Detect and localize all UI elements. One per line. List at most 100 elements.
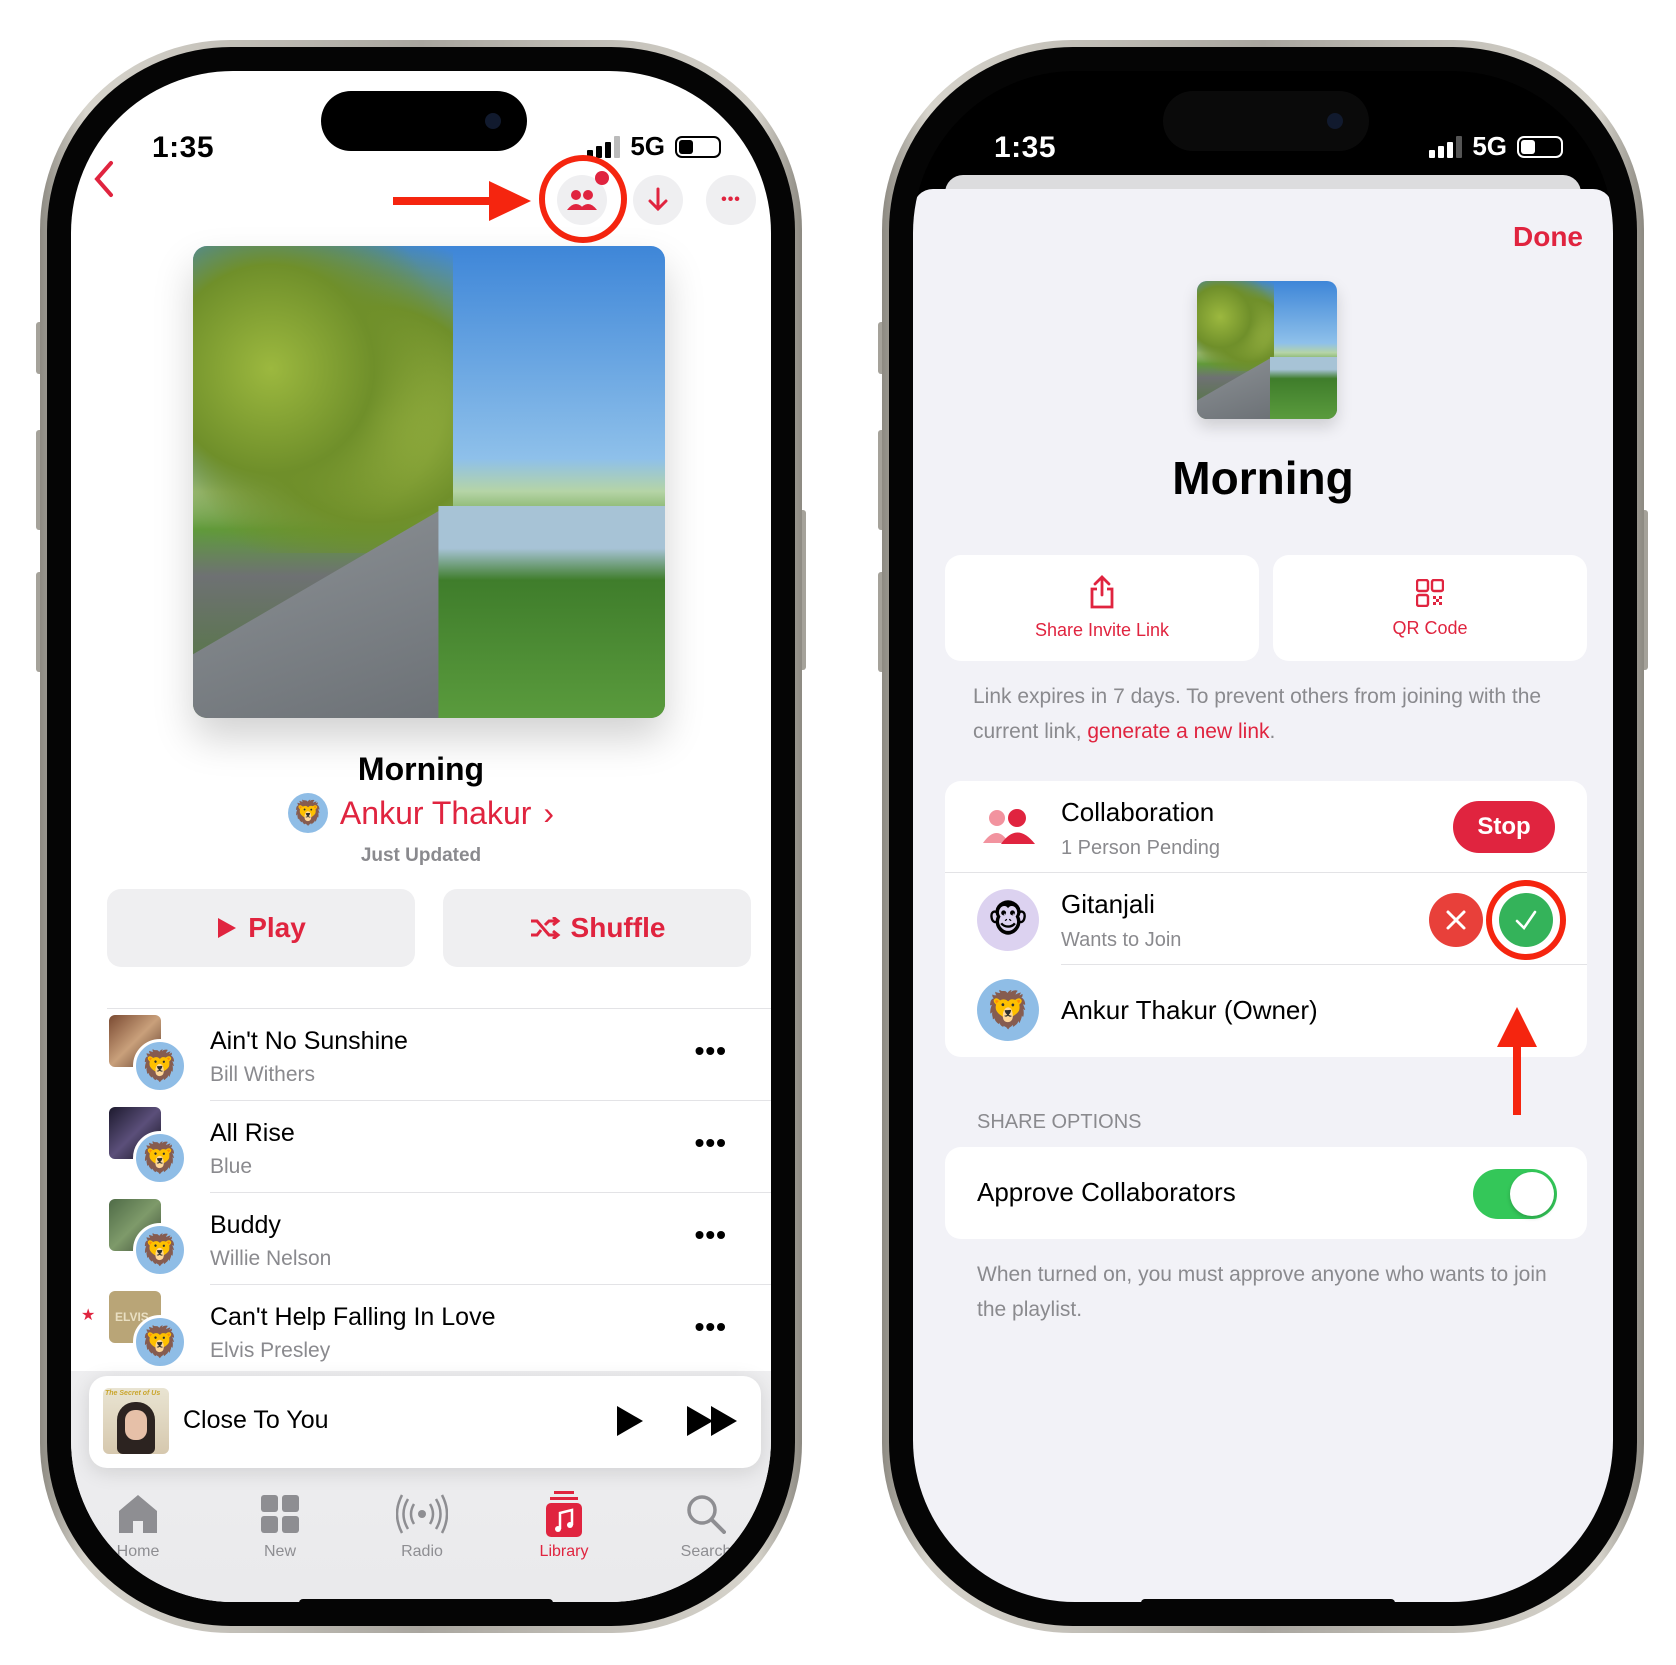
qr-code-button[interactable]: QR Code — [1273, 555, 1587, 661]
mini-player-artwork: The Secret of Us — [103, 1388, 169, 1454]
home-indicator[interactable] — [1141, 1599, 1395, 1602]
done-button[interactable]: Done — [1513, 221, 1583, 253]
owner-avatar: 🦁 — [287, 793, 328, 833]
battery-icon — [675, 135, 721, 158]
signal-icon — [587, 135, 621, 158]
play-icon[interactable] — [615, 1404, 645, 1438]
song-row[interactable]: ★ ELVIS 🦁 Can't Help Falling In Love Elv… — [81, 1285, 771, 1377]
song-artist: Bill Withers — [210, 1063, 316, 1086]
playlist-artwork — [1197, 281, 1337, 419]
annotation-circle — [539, 155, 627, 243]
pending-request-row: 🐵 Gitanjali Wants to Join — [945, 873, 1587, 965]
song-row[interactable]: 🦁 All Rise Blue ••• — [107, 1101, 771, 1193]
pending-avatar: 🐵 — [977, 889, 1039, 951]
stop-collaboration-button[interactable]: Stop — [1453, 801, 1555, 853]
play-label: Play — [248, 912, 306, 943]
arrow-down-icon — [648, 187, 668, 212]
song-row[interactable]: 🦁 Buddy Willie Nelson ••• — [107, 1193, 771, 1285]
more-button[interactable]: ••• — [706, 175, 756, 225]
chevron-left-icon — [94, 161, 113, 197]
pending-count: 1 Person Pending — [1061, 837, 1221, 859]
share-sheet: Done Morning Share Invite Link QR Code L… — [913, 189, 1613, 1602]
sheet-title: Morning — [1172, 452, 1354, 504]
song-title: Buddy — [210, 1211, 281, 1239]
share-invite-label: Share Invite Link — [1034, 620, 1170, 640]
tab-label: Search — [680, 1543, 732, 1560]
pending-name: Gitanjali — [1061, 889, 1155, 919]
song-title: All Rise — [210, 1119, 295, 1147]
library-icon — [546, 1491, 582, 1537]
owner-name: Ankur Thakur — [339, 794, 532, 831]
tab-label: New — [263, 1543, 296, 1560]
tab-label: Home — [116, 1543, 160, 1560]
song-more-button[interactable]: ••• — [695, 1127, 727, 1159]
shuffle-button[interactable]: Shuffle — [443, 889, 751, 967]
approve-collaborators-toggle[interactable] — [1473, 1169, 1557, 1219]
tab-home[interactable]: Home — [93, 1491, 183, 1561]
home-indicator[interactable] — [299, 1599, 553, 1602]
song-more-button[interactable]: ••• — [695, 1311, 727, 1343]
collaboration-sheet-screen: 1:35 5G Done Morning Share Invite Link Q… — [913, 71, 1613, 1602]
network-label: 5G — [1472, 131, 1507, 161]
generate-new-link[interactable]: generate a new link — [1087, 720, 1269, 743]
grid-icon — [261, 1495, 299, 1533]
contributor-avatar: 🦁 — [133, 1223, 187, 1277]
network-label: 5G — [630, 131, 665, 161]
pending-status: Wants to Join — [1061, 929, 1182, 951]
play-icon — [218, 918, 237, 938]
play-button[interactable]: Play — [107, 889, 415, 967]
home-icon — [119, 1495, 157, 1533]
mini-player[interactable]: The Secret of Us Close To You — [89, 1376, 761, 1468]
tab-new[interactable]: New — [235, 1491, 325, 1561]
status-time: 1:35 — [994, 131, 1057, 164]
battery-icon — [1517, 135, 1563, 158]
collaboration-title: Collaboration — [1061, 797, 1215, 827]
toggle-knob — [1510, 1172, 1554, 1216]
updated-label: Just Updated — [360, 845, 482, 866]
status-time: 1:35 — [152, 131, 215, 164]
tab-library[interactable]: Library — [519, 1491, 609, 1561]
chevron-right-icon: › — [543, 794, 555, 831]
song-title: Ain't No Sunshine — [210, 1027, 408, 1055]
signal-icon — [1429, 135, 1463, 158]
ellipsis-icon: ••• — [721, 191, 741, 208]
dynamic-island — [321, 91, 527, 151]
approve-collaborators-label: Approve Collaborators — [977, 1177, 1236, 1207]
song-artist: Willie Nelson — [210, 1247, 332, 1270]
tab-search[interactable]: Search — [661, 1491, 751, 1561]
song-more-button[interactable]: ••• — [695, 1035, 727, 1067]
contributor-avatar: 🦁 — [133, 1039, 187, 1093]
status-icons: 5G — [1429, 131, 1563, 162]
annotation-arrow-up — [1495, 1007, 1539, 1122]
fast-forward-icon[interactable] — [687, 1406, 739, 1436]
dynamic-island — [1163, 91, 1369, 151]
link-note-period: . — [1269, 720, 1276, 743]
tab-label: Library — [539, 1543, 589, 1560]
playlist-artwork — [193, 246, 665, 718]
back-button[interactable] — [91, 159, 117, 207]
contributor-avatar: 🦁 — [133, 1131, 187, 1185]
owner-avatar: 🦁 — [977, 979, 1039, 1041]
collaboration-icon — [983, 809, 1035, 844]
artwork-text: The Secret of Us — [105, 1390, 161, 1397]
music-playlist-screen: 1:35 5G ••• Morning 🦁 Ankur Thakur › Jus… — [71, 71, 771, 1602]
song-more-button[interactable]: ••• — [695, 1219, 727, 1251]
song-title: Can't Help Falling In Love — [210, 1303, 496, 1331]
download-button[interactable] — [633, 175, 683, 225]
share-options-header: SHARE OPTIONS — [977, 1111, 1142, 1133]
decline-button[interactable] — [1429, 893, 1483, 947]
song-row[interactable]: 🦁 Ain't No Sunshine Bill Withers ••• — [107, 1009, 771, 1101]
share-invite-link-button[interactable]: Share Invite Link — [945, 555, 1259, 661]
collaboration-row: Collaboration 1 Person Pending Stop — [945, 781, 1587, 873]
status-icons: 5G — [587, 131, 721, 162]
link-expiry-note: Link expires in 7 days. To prevent other… — [973, 679, 1573, 749]
song-artist: Elvis Presley — [210, 1339, 331, 1362]
qr-code-label: QR Code — [1392, 618, 1468, 638]
mini-player-title: Close To You — [183, 1406, 329, 1434]
favorite-star-icon: ★ — [81, 1307, 96, 1324]
tab-radio[interactable]: Radio — [377, 1491, 467, 1561]
approve-note: When turned on, you must approve anyone … — [977, 1263, 1547, 1321]
playlist-owner-link[interactable]: 🦁 Ankur Thakur › — [71, 793, 771, 833]
shuffle-icon — [530, 917, 560, 939]
qr-code-icon — [1415, 578, 1445, 608]
